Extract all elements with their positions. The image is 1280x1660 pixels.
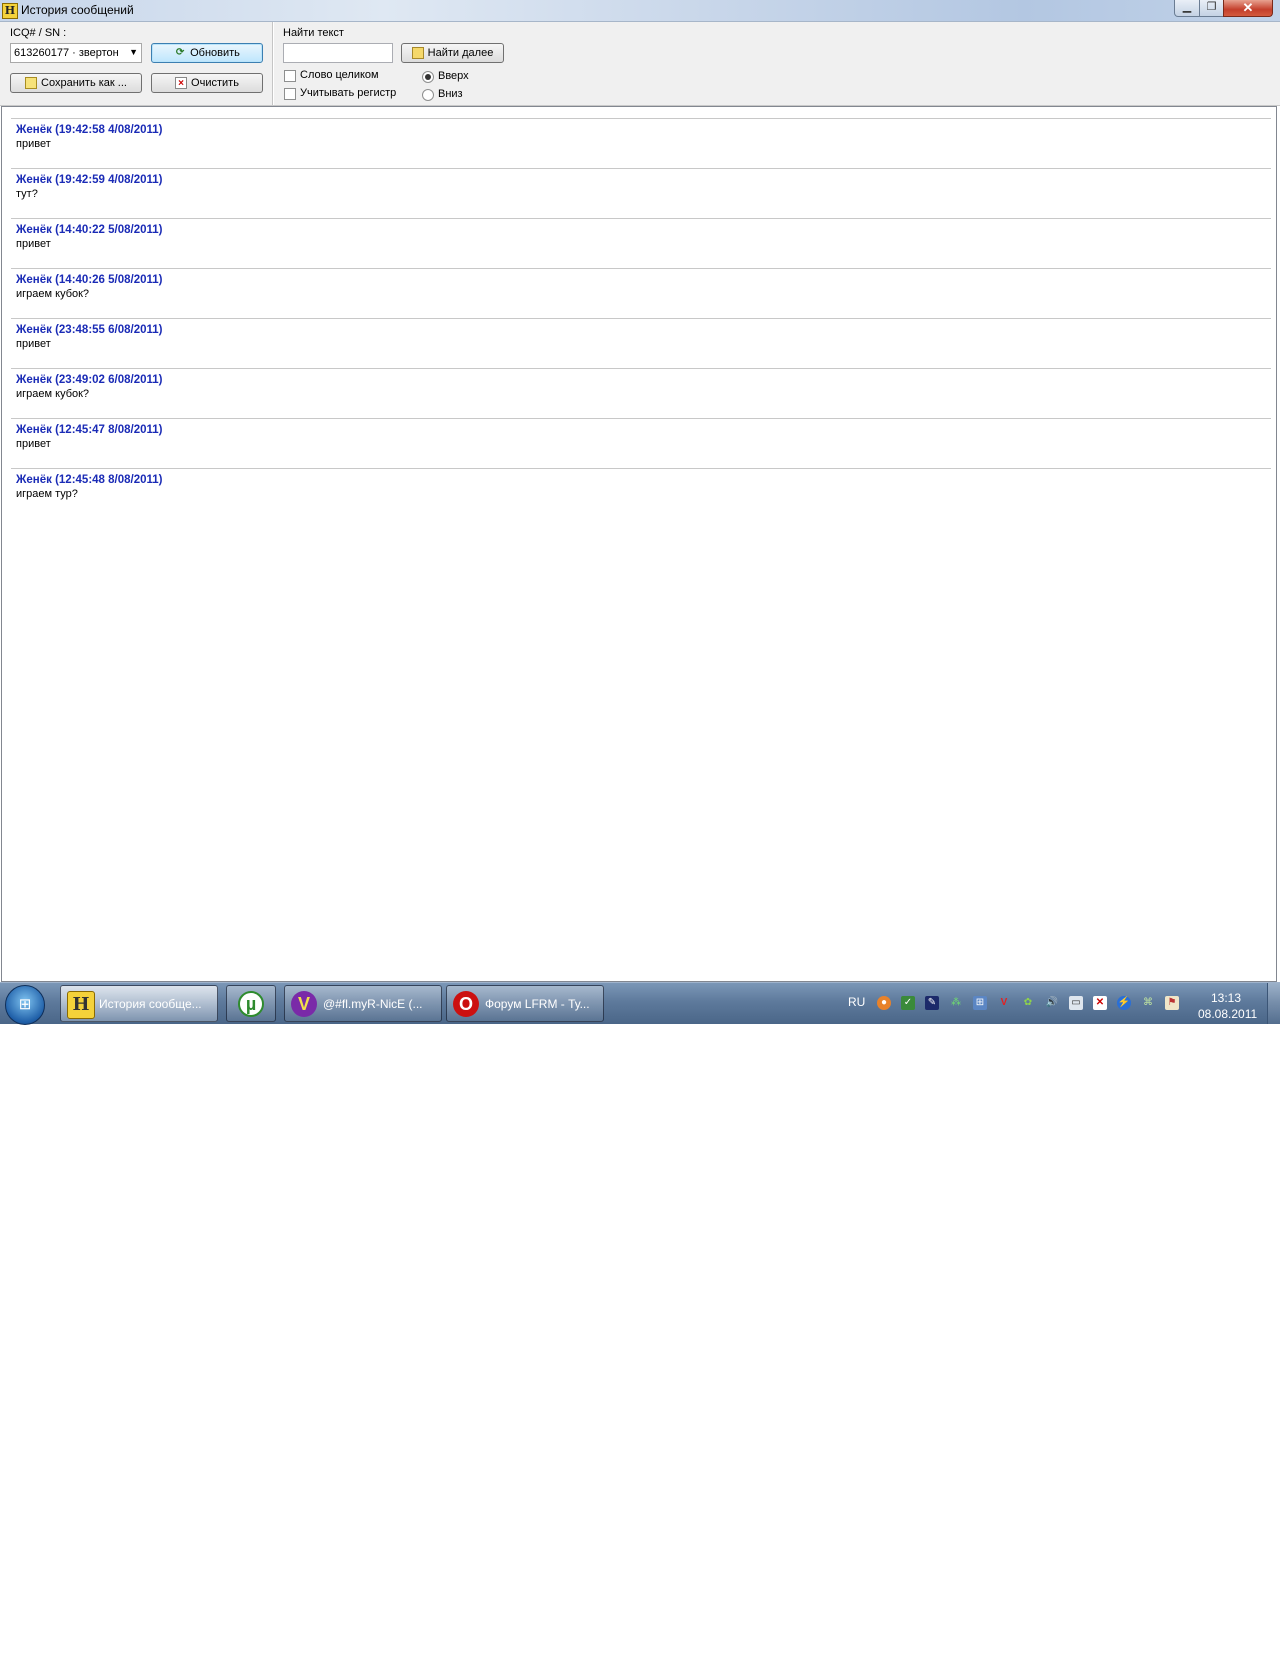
- minimize-button[interactable]: ▁: [1174, 0, 1200, 17]
- language-indicator[interactable]: RU: [848, 995, 865, 1009]
- taskbar-item-opera[interactable]: O Форум LFRM - Ту...: [446, 985, 604, 1022]
- match-case-label: Учитывать регистр: [300, 87, 397, 99]
- close-button[interactable]: ✕: [1223, 0, 1273, 17]
- save-icon: [25, 77, 38, 89]
- message-history[interactable]: Женёк (19:42:58 4/08/2011) привет Женёк …: [1, 106, 1277, 982]
- toolbar: ICQ# / SN : 613260177 · звертон ▼ ⟳ Обно…: [0, 22, 1280, 106]
- match-case-checkbox[interactable]: [284, 88, 296, 100]
- action-center-icon[interactable]: ✕: [1093, 996, 1107, 1010]
- contact-select-value: 613260177 · звертон: [14, 47, 119, 59]
- tray-network-icon[interactable]: ⁂: [949, 996, 963, 1010]
- chevron-down-icon[interactable]: ▼: [129, 47, 138, 57]
- tray-app-icon[interactable]: ●: [877, 996, 891, 1010]
- taskbar-item-label: @#fl.myR-NicE (...: [323, 997, 423, 1011]
- message-item: Женёк (12:45:48 8/08/2011) играем тур?: [11, 468, 1271, 519]
- direction-down-radio[interactable]: [422, 89, 434, 101]
- search-input[interactable]: [283, 43, 393, 63]
- find-text-label: Найти текст: [283, 27, 344, 39]
- tray-flag-icon[interactable]: ⚑: [1165, 996, 1179, 1010]
- message-text: привет: [16, 338, 51, 350]
- message-header: Женёк (14:40:26 5/08/2011): [16, 274, 163, 286]
- message-header: Женёк (12:45:48 8/08/2011): [16, 474, 163, 486]
- direction-up-radio[interactable]: [422, 71, 434, 83]
- history-app-icon: H: [67, 991, 95, 1019]
- refresh-button[interactable]: ⟳ Обновить: [151, 43, 263, 63]
- message-header: Женёк (23:49:02 6/08/2011): [16, 374, 163, 386]
- find-next-button[interactable]: Найти далее: [401, 43, 504, 63]
- title-bar[interactable]: H История сообщений ▁ ❐ ✕: [0, 0, 1280, 22]
- network-icon[interactable]: ⌘: [1141, 996, 1155, 1010]
- taskbar-item-utorrent[interactable]: µ: [226, 985, 276, 1022]
- clear-button[interactable]: × Очистить: [151, 73, 263, 93]
- whole-word-label: Слово целиком: [300, 69, 379, 81]
- direction-up-label: Вверх: [438, 70, 469, 82]
- message-item: Женёк (19:42:58 4/08/2011) привет: [11, 118, 1271, 169]
- tray-antivirus-icon[interactable]: V: [997, 996, 1011, 1010]
- toolbar-divider: [272, 22, 273, 105]
- tray-update-icon[interactable]: ⚡: [1117, 996, 1131, 1010]
- message-text: привет: [16, 138, 51, 150]
- message-item: Женёк (12:45:47 8/08/2011) привет: [11, 418, 1271, 469]
- message-header: Женёк (14:40:22 5/08/2011): [16, 224, 163, 236]
- refresh-icon: ⟳: [175, 47, 185, 58]
- app-icon: H: [2, 3, 18, 19]
- direction-down-label: Вниз: [438, 88, 463, 100]
- taskbar-item-label: Форум LFRM - Ту...: [485, 997, 590, 1011]
- start-button[interactable]: ⊞: [5, 985, 45, 1025]
- tray-flower-icon[interactable]: ✿: [1021, 996, 1035, 1010]
- taskbar: ⊞ H История сообще... µ V @#fl.myR-NicE …: [0, 982, 1280, 1025]
- taskbar-item-label: История сообще...: [99, 997, 202, 1011]
- history-window: H История сообщений ▁ ❐ ✕ ICQ# / SN : 61…: [0, 0, 1280, 982]
- maximize-button[interactable]: ❐: [1199, 0, 1224, 17]
- whole-word-checkbox[interactable]: [284, 70, 296, 82]
- utorrent-icon: µ: [238, 991, 264, 1017]
- message-item: Женёк (19:42:59 4/08/2011) тут?: [11, 168, 1271, 219]
- message-text: играем тур?: [16, 488, 78, 500]
- windows-logo-icon: ⊞: [18, 996, 32, 1013]
- message-text: привет: [16, 438, 51, 450]
- message-header: Женёк (19:42:59 4/08/2011): [16, 174, 163, 186]
- clear-icon: ×: [175, 77, 188, 89]
- clock-date[interactable]: 08.08.2011: [1198, 1007, 1257, 1021]
- save-as-button[interactable]: Сохранить как ...: [10, 73, 142, 93]
- tray-monitor-icon[interactable]: ▭: [1069, 996, 1083, 1010]
- message-text: играем кубок?: [16, 388, 90, 400]
- volume-icon[interactable]: 🔊: [1045, 996, 1059, 1010]
- message-header: Женёк (23:48:55 6/08/2011): [16, 324, 163, 336]
- message-item: Женёк (14:40:26 5/08/2011) играем кубок?: [11, 268, 1271, 319]
- clear-button-label: Очистить: [191, 77, 239, 89]
- contact-select[interactable]: 613260177 · звертон ▼: [10, 43, 142, 63]
- refresh-button-label: Обновить: [190, 47, 240, 59]
- clock-time[interactable]: 13:13: [1211, 991, 1241, 1005]
- ventrilo-icon: V: [291, 991, 317, 1017]
- message-header: Женёк (19:42:58 4/08/2011): [16, 124, 163, 136]
- opera-icon: O: [453, 991, 479, 1017]
- window-title: История сообщений: [21, 3, 134, 17]
- message-item: Женёк (23:48:55 6/08/2011) привет: [11, 318, 1271, 369]
- find-icon: [411, 47, 424, 59]
- show-desktop-button[interactable]: [1267, 983, 1280, 1024]
- save-as-button-label: Сохранить как ...: [41, 77, 127, 89]
- message-header: Женёк (12:45:47 8/08/2011): [16, 424, 163, 436]
- tray-shield-icon[interactable]: ✓: [901, 996, 915, 1010]
- message-text: привет: [16, 238, 51, 250]
- message-text: тут?: [16, 188, 38, 200]
- contact-label: ICQ# / SN :: [10, 27, 67, 39]
- message-item: Женёк (14:40:22 5/08/2011) привет: [11, 218, 1271, 269]
- find-next-button-label: Найти далее: [427, 47, 494, 59]
- tray-note-icon[interactable]: ✎: [925, 996, 939, 1010]
- taskbar-item-history[interactable]: H История сообще...: [60, 985, 218, 1022]
- message-text: играем кубок?: [16, 288, 90, 300]
- taskbar-item-ventrilo[interactable]: V @#fl.myR-NicE (...: [284, 985, 442, 1022]
- message-item: Женёк (23:49:02 6/08/2011) играем кубок?: [11, 368, 1271, 419]
- tray-windows-icon[interactable]: ⊞: [973, 996, 987, 1010]
